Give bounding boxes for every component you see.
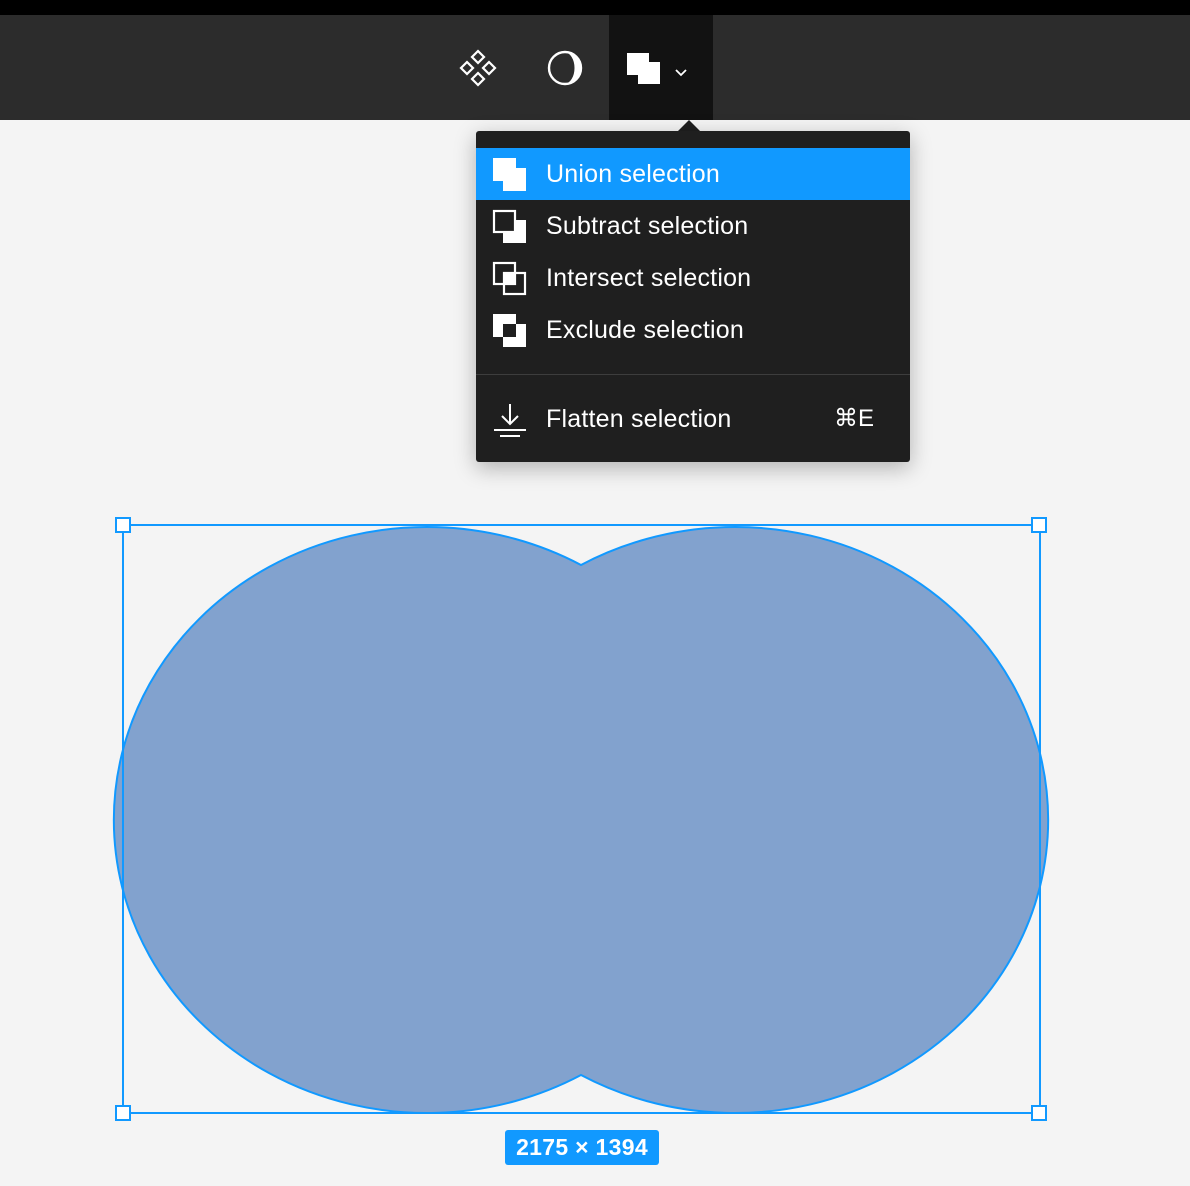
menu-item-label: Subtract selection xyxy=(546,212,749,240)
menu-item-subtract-selection[interactable]: Subtract selection xyxy=(476,200,910,252)
components-button[interactable] xyxy=(448,15,508,120)
mask-button[interactable] xyxy=(535,15,595,120)
resize-handle-top-right[interactable] xyxy=(1031,517,1047,533)
menu-item-label: Union selection xyxy=(546,160,720,188)
exclude-icon xyxy=(493,314,526,347)
resize-handle-bottom-left[interactable] xyxy=(115,1105,131,1121)
menu-item-label: Exclude selection xyxy=(546,316,744,344)
window-top-strip xyxy=(0,0,1190,15)
menu-item-intersect-selection[interactable]: Intersect selection xyxy=(476,252,910,304)
boolean-operations-button[interactable] xyxy=(609,15,713,120)
menu-item-flatten-selection[interactable]: Flatten selection ⌘E xyxy=(476,393,910,445)
selection-handles[interactable] xyxy=(115,517,1047,1121)
flatten-icon xyxy=(494,404,526,437)
size-badge: 2175 × 1394 xyxy=(505,1130,659,1165)
chevron-down-icon xyxy=(675,68,687,76)
boolean-union-icon xyxy=(627,52,660,84)
components-icon xyxy=(459,48,497,87)
mask-icon xyxy=(547,50,583,85)
menu-divider xyxy=(476,374,910,375)
union-icon xyxy=(493,158,526,191)
keyboard-shortcut: ⌘E xyxy=(833,405,874,432)
menu-item-label: Flatten selection xyxy=(546,405,732,433)
intersect-icon xyxy=(492,261,527,296)
toolbar xyxy=(0,15,1190,120)
union-shape[interactable] xyxy=(112,526,1050,1114)
menu-item-exclude-selection[interactable]: Exclude selection xyxy=(476,304,910,356)
subtract-icon xyxy=(492,209,526,243)
menu-item-label: Intersect selection xyxy=(546,264,752,292)
resize-handle-top-left[interactable] xyxy=(115,517,131,533)
boolean-operations-menu: Union selection Subtract selection Inter… xyxy=(476,131,910,462)
selection-bounding-box xyxy=(122,524,1041,1114)
resize-handle-bottom-right[interactable] xyxy=(1031,1105,1047,1121)
menu-pointer xyxy=(678,120,700,131)
menu-item-union-selection[interactable]: Union selection xyxy=(476,148,910,200)
